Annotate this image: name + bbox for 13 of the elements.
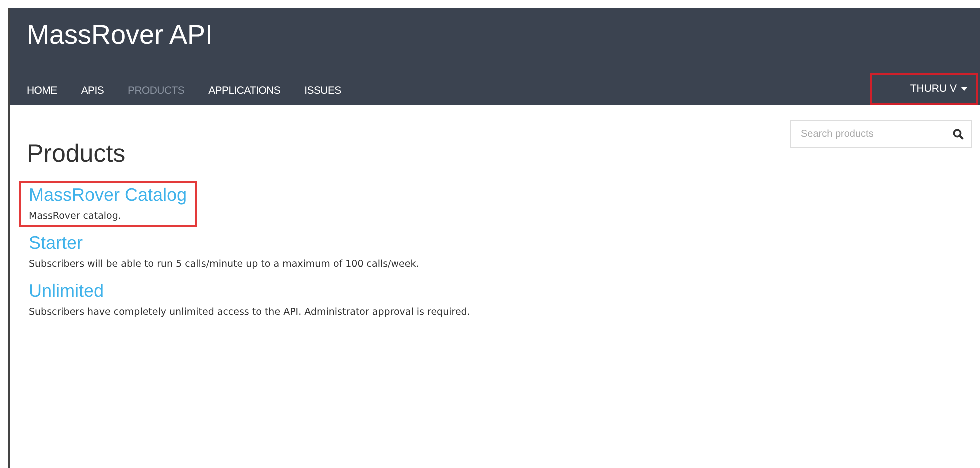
product-description: MassRover catalog. [29, 211, 122, 222]
page-heading: Products [27, 140, 127, 169]
search-icon [953, 129, 964, 140]
product-description: Subscribers will be able to run 5 calls/minute up to a maximum of 100 calls/week. [29, 259, 420, 270]
product-description: Subscribers have completely unlimited access to the API. Administrator approval is required. [29, 307, 470, 318]
search-field[interactable]: Search products [790, 120, 972, 148]
caret-icon [961, 87, 968, 91]
nav-link[interactable]: HOME [27, 85, 58, 97]
site-title: MassRover API [27, 20, 214, 52]
nav-link[interactable]: ISSUES [304, 85, 342, 97]
nav-link[interactable]: APIS [81, 85, 104, 97]
nav-link[interactable]: APPLICATIONS [208, 85, 281, 97]
user-menu[interactable]: THURU V [870, 73, 978, 105]
